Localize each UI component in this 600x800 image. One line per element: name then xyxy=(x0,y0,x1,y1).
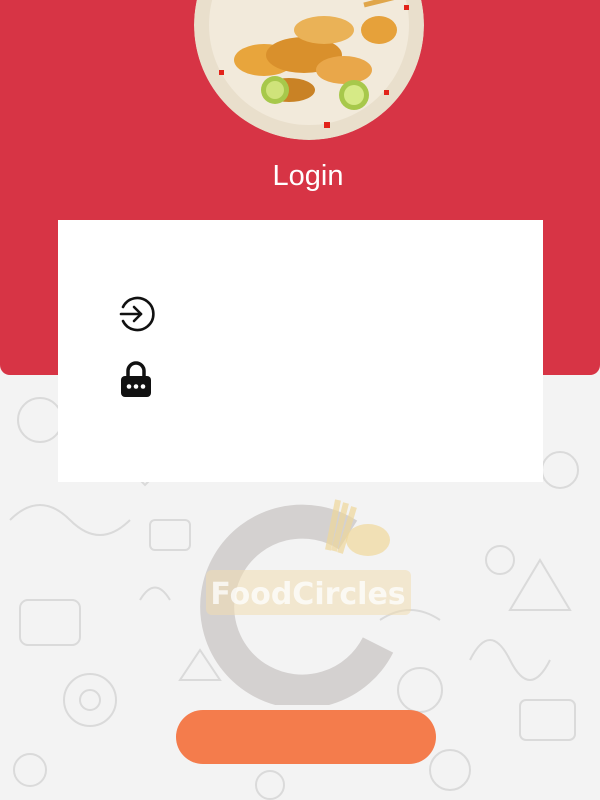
page-title: Login xyxy=(272,160,344,192)
username-input[interactable] xyxy=(168,299,502,331)
foodcircles-logo: FoodCircles xyxy=(198,495,418,709)
lock-icon xyxy=(117,359,155,397)
login-button[interactable] xyxy=(176,710,436,764)
food-plate-image xyxy=(194,0,424,140)
password-input[interactable] xyxy=(168,364,502,396)
login-card xyxy=(58,220,543,482)
login-arrow-icon xyxy=(117,295,155,333)
svg-text:FoodCircles: FoodCircles xyxy=(210,577,405,612)
